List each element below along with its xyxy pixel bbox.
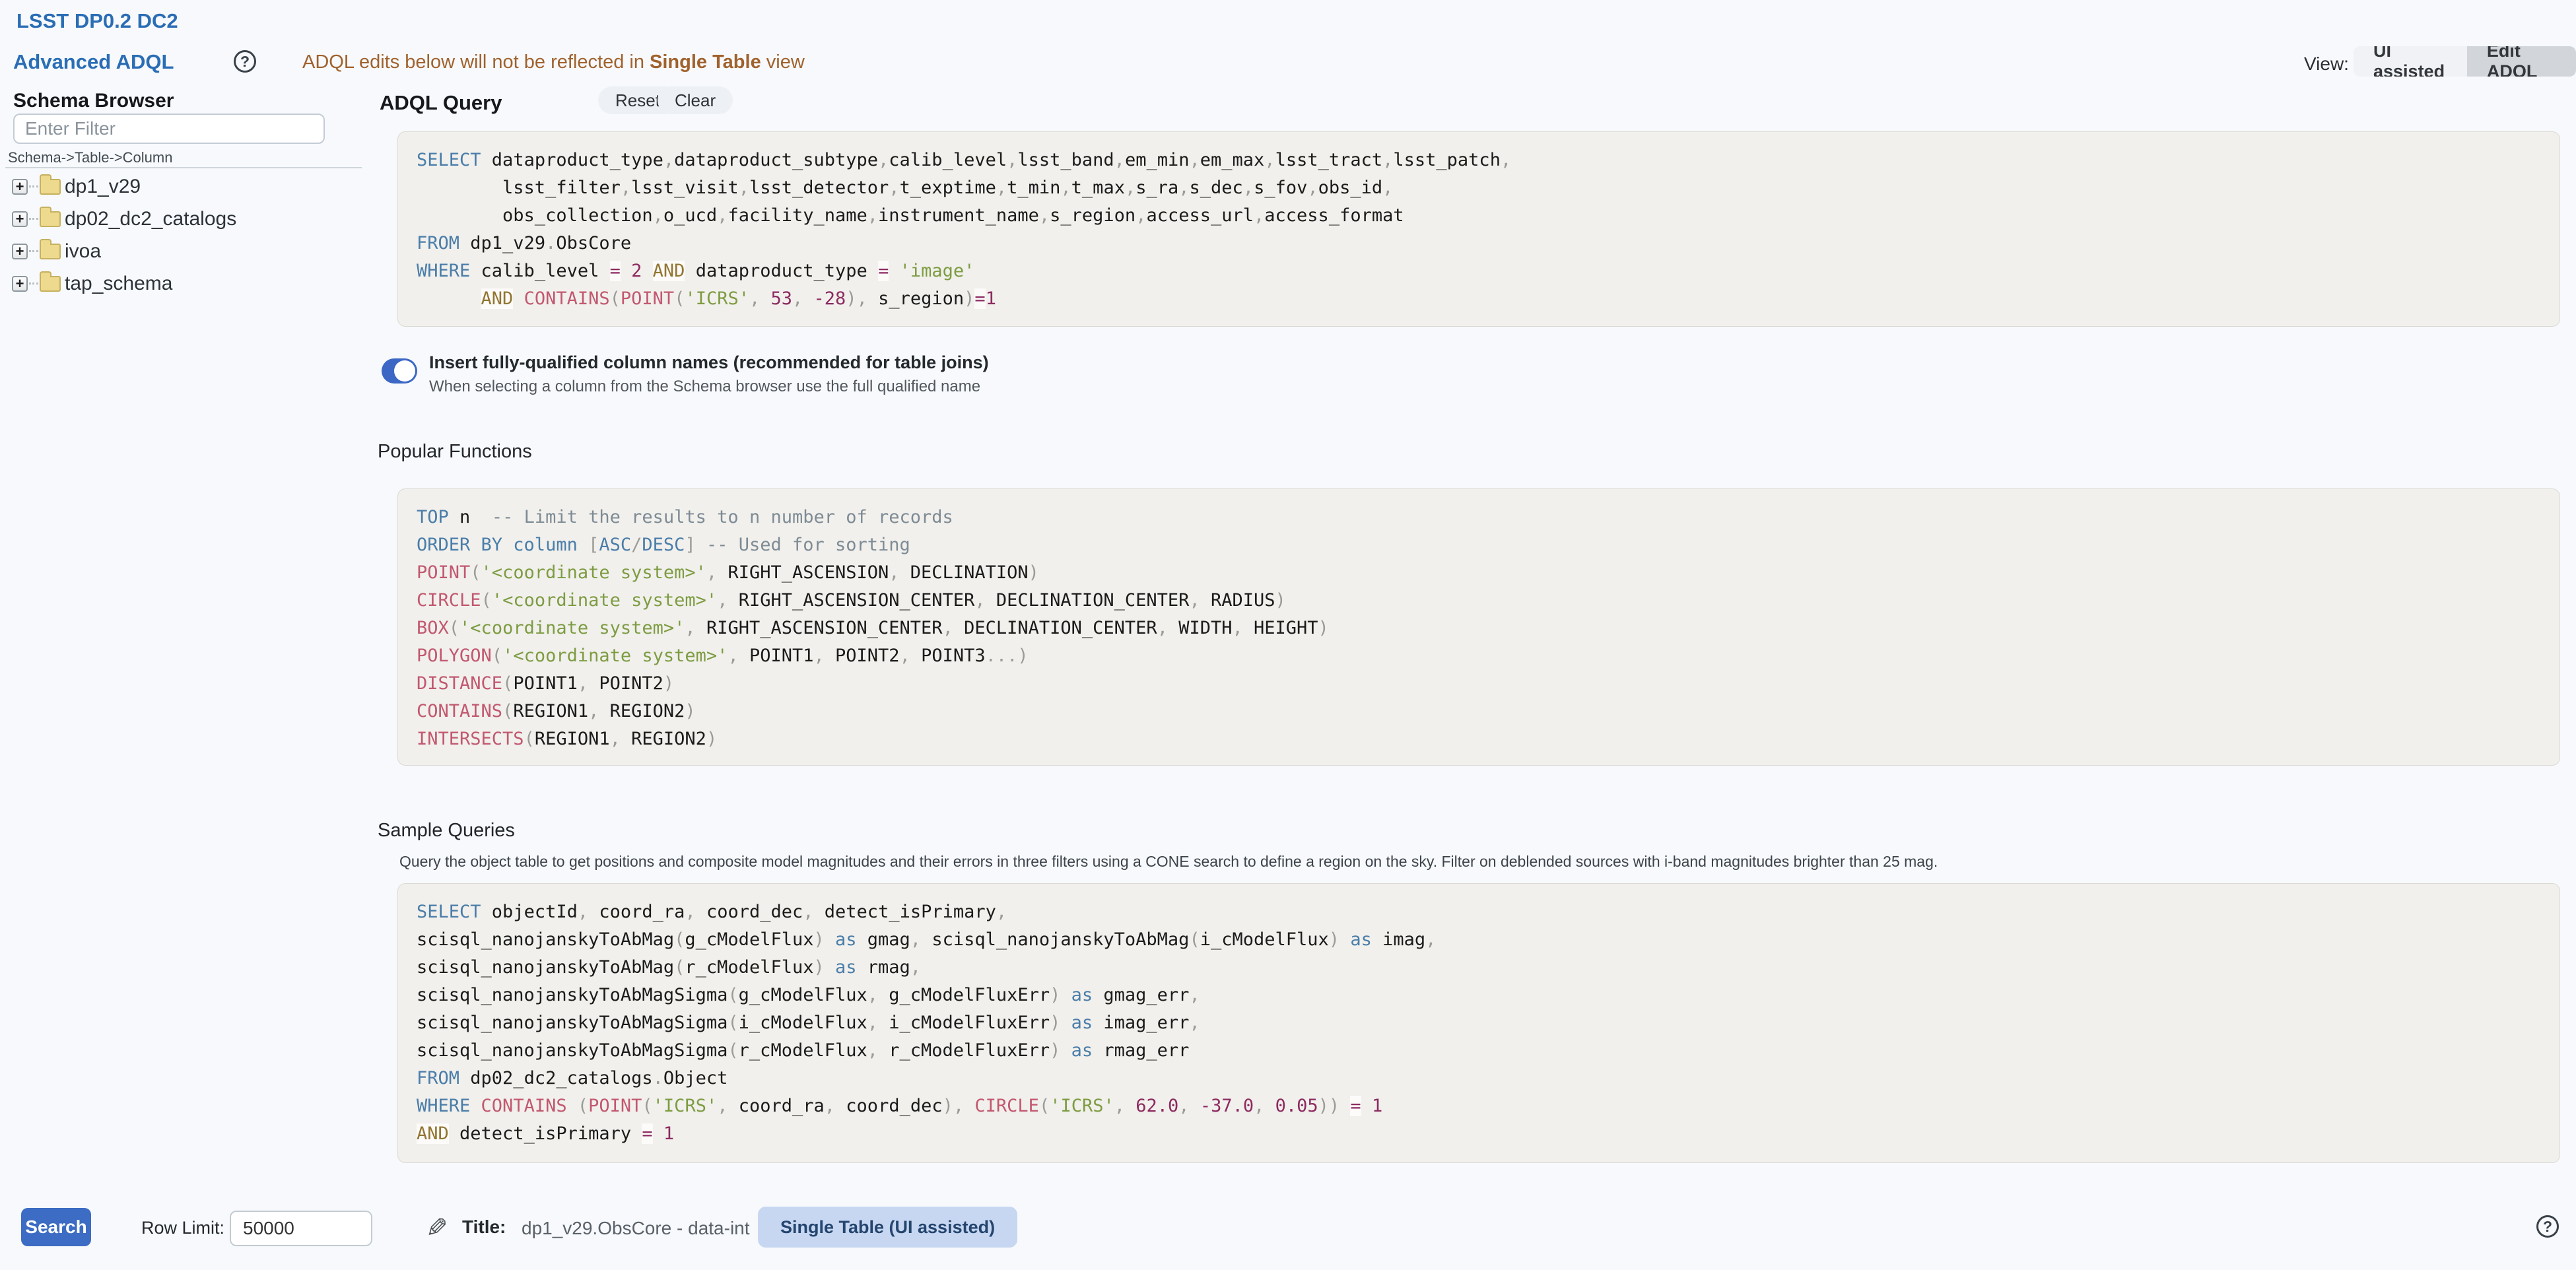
tree-item-dp1-v29[interactable]: + dp1_v29: [12, 170, 355, 203]
search-button[interactable]: Search: [21, 1208, 91, 1246]
warning-bold: Single Table: [650, 51, 761, 73]
pencil-icon[interactable]: ✎: [426, 1213, 448, 1244]
tree-item-dp02-dc2-catalogs[interactable]: + dp02_dc2_catalogs: [12, 203, 355, 235]
schema-filter-input[interactable]: [13, 114, 325, 144]
toggle-label: Insert fully-qualified column names (rec…: [429, 352, 989, 373]
warning-prefix: ADQL edits below will not be reflected i…: [302, 51, 650, 73]
advanced-adql-page: { "app": { "title": "LSST DP0.2 DC2" }, …: [0, 0, 2576, 1270]
schema-hint: Schema->Table->Column: [8, 149, 172, 166]
expand-icon[interactable]: +: [12, 276, 28, 292]
adql-query-heading: ADQL Query: [380, 91, 502, 115]
folder-icon: [40, 244, 61, 259]
expand-icon[interactable]: +: [12, 179, 28, 195]
schema-divider: [5, 167, 362, 168]
help-icon[interactable]: ?: [2536, 1215, 2559, 1238]
folder-icon: [40, 179, 61, 195]
folder-icon: [40, 211, 61, 227]
warning-suffix: view: [761, 51, 805, 73]
fully-qualified-toggle[interactable]: [382, 358, 417, 384]
popular-functions-panel: TOP n -- Limit the results to n number o…: [397, 488, 2560, 766]
sample-queries-heading: Sample Queries: [378, 820, 515, 842]
view-label: View:: [2304, 53, 2349, 75]
tree-item-tap-schema[interactable]: + tap_schema: [12, 267, 355, 300]
row-limit-label: Row Limit:: [141, 1218, 224, 1238]
view-toggle-group: UI assisted Edit ADQL: [2354, 46, 2576, 77]
tree-connector: [29, 250, 38, 252]
view-toggle-ui-assisted[interactable]: UI assisted: [2354, 46, 2467, 77]
page-title: LSST DP0.2 DC2: [17, 9, 178, 33]
expand-icon[interactable]: +: [12, 211, 28, 227]
tree-connector: [29, 185, 38, 187]
adql-help-icon[interactable]: ?: [234, 50, 256, 73]
tree-item-ivoa[interactable]: + ivoa: [12, 235, 355, 267]
single-table-button[interactable]: Single Table (UI assisted): [758, 1207, 1017, 1248]
view-toggle-edit-adql[interactable]: Edit ADQL: [2467, 46, 2576, 77]
folder-icon: [40, 276, 61, 292]
advanced-adql-heading: Advanced ADQL: [13, 50, 174, 74]
clear-button[interactable]: Clear: [658, 86, 733, 114]
sample-query-panel: SELECT objectId, coord_ra, coord_dec, de…: [397, 883, 2560, 1163]
tree-connector: [29, 283, 38, 284]
warning-text: ADQL edits below will not be reflected i…: [302, 51, 805, 73]
row-limit-input[interactable]: [230, 1211, 372, 1246]
tree-item-label: dp02_dc2_catalogs: [65, 208, 236, 230]
toggle-knob: [394, 360, 415, 382]
schema-tree: + dp1_v29 + dp02_dc2_catalogs + ivoa + tap_s…: [12, 170, 355, 300]
title-label: Title:: [462, 1217, 506, 1238]
adql-query-editor[interactable]: SELECT dataproduct_type,dataproduct_subt…: [397, 131, 2560, 327]
tree-item-label: tap_schema: [65, 273, 172, 295]
tree-connector: [29, 218, 38, 220]
schema-browser-heading: Schema Browser: [13, 90, 174, 112]
sample-query-description: Query the object table to get positions …: [399, 853, 2446, 871]
tree-item-label: ivoa: [65, 240, 101, 263]
popular-functions-heading: Popular Functions: [378, 441, 532, 463]
tree-item-label: dp1_v29: [65, 176, 141, 198]
toggle-sublabel: When selecting a column from the Schema …: [429, 378, 980, 396]
expand-icon[interactable]: +: [12, 244, 28, 259]
title-value: dp1_v29.ObsCore - data-int: [522, 1218, 750, 1239]
